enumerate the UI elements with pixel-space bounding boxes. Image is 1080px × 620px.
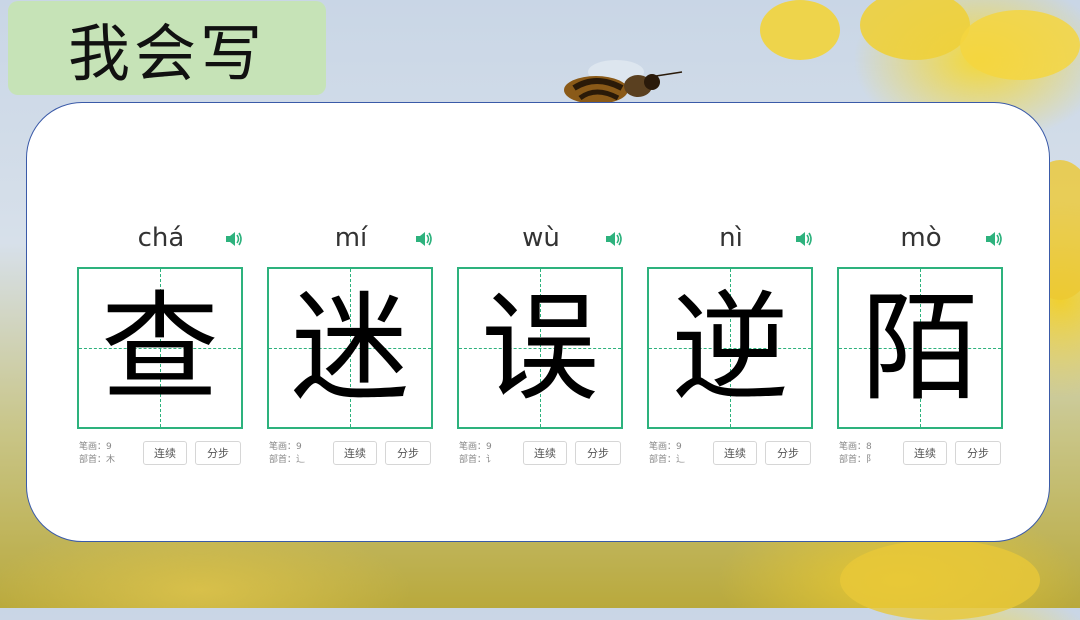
tianzige-grid: 陌 [837,267,1003,429]
pinyin-label: nì [719,223,743,253]
radical-label: 部首：辶 [269,455,306,465]
character-panel: nì 逆 笔画：9 部首：辶 连续 分步 [647,219,815,473]
tianzige-grid: 逆 [647,267,813,429]
pinyin-label: chá [137,223,185,253]
character-panel: mí 迷 笔画：9 部首：辶 连续 分步 [267,219,435,473]
flower-bloom [840,540,1040,620]
speaker-icon[interactable] [985,231,1003,247]
hanzi-character: 误 [480,279,599,417]
step-button[interactable]: 分步 [575,441,621,465]
speaker-icon[interactable] [795,231,813,247]
flower-bloom [960,10,1080,80]
character-panel: mò 陌 笔画：8 部首：阝 连续 分步 [837,219,1005,473]
radical-label: 部首：讠 [459,455,496,465]
hanzi-character: 查 [100,279,219,417]
radical-label: 部首：阝 [839,455,876,465]
character-meta: 笔画：9 部首：讠 [459,441,495,467]
lesson-title-box: 我会写 [8,1,326,95]
step-button[interactable]: 分步 [765,441,811,465]
pinyin-label: mí [334,223,368,253]
tianzige-grid: 查 [77,267,243,429]
writing-card: chá 查 笔画：9 部首：木 连续 分步 mí 迷 笔画：9 部首：辶 连续 … [26,102,1050,542]
step-button[interactable]: 分步 [195,441,241,465]
character-meta: 笔画：8 部首：阝 [839,441,875,467]
speaker-icon[interactable] [415,231,433,247]
continuous-button[interactable]: 连续 [143,441,187,465]
step-button[interactable]: 分步 [955,441,1001,465]
flower-bloom [760,0,840,60]
continuous-button[interactable]: 连续 [523,441,567,465]
stroke-count: 笔画：8 [839,442,872,452]
hanzi-character: 迷 [290,279,409,417]
speaker-icon[interactable] [225,231,243,247]
character-panel: chá 查 笔画：9 部首：木 连续 分步 [77,219,245,473]
pinyin-label: mò [900,223,942,253]
character-meta: 笔画：9 部首：木 [79,441,115,467]
stroke-count: 笔画：9 [459,442,492,452]
stroke-count: 笔画：9 [649,442,682,452]
character-meta: 笔画：9 部首：辶 [269,441,305,467]
continuous-button[interactable]: 连续 [713,441,757,465]
flower-bloom [860,0,970,60]
tianzige-grid: 误 [457,267,623,429]
pinyin-label: wù [522,223,560,253]
character-panel: wù 误 笔画：9 部首：讠 连续 分步 [457,219,625,473]
continuous-button[interactable]: 连续 [333,441,377,465]
speaker-icon[interactable] [605,231,623,247]
hanzi-character: 逆 [670,279,789,417]
step-button[interactable]: 分步 [385,441,431,465]
bee-image [564,60,683,104]
radical-label: 部首：木 [79,455,116,465]
hanzi-character: 陌 [860,279,979,417]
continuous-button[interactable]: 连续 [903,441,947,465]
character-meta: 笔画：9 部首：辶 [649,441,685,467]
tianzige-grid: 迷 [267,267,433,429]
radical-label: 部首：辶 [649,455,686,465]
stroke-count: 笔画：9 [79,442,112,452]
lesson-title: 我会写 [67,17,266,90]
stroke-count: 笔画：9 [269,442,302,452]
